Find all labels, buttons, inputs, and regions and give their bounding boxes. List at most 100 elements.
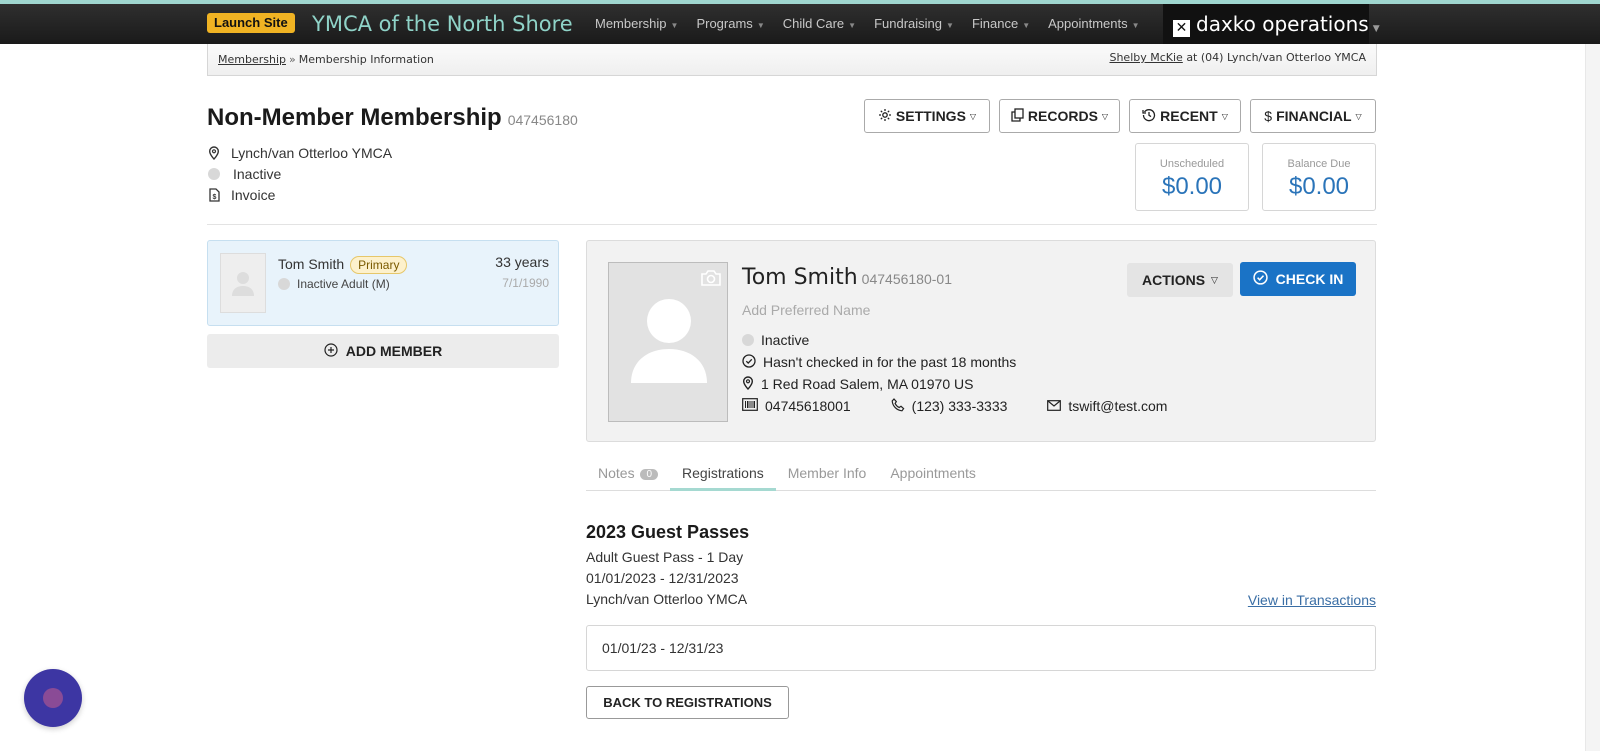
profile-member-number: 047456180-01 [861,271,952,287]
add-member-label: ADD MEMBER [345,343,443,359]
phone-icon [891,397,905,415]
user-location: at (04) Lynch/van Otterloo YMCA [1186,51,1366,64]
add-member-button[interactable]: ADD MEMBER [207,334,559,368]
user-name-link[interactable]: Shelby McKie [1109,51,1182,64]
view-in-transactions-link[interactable]: View in Transactions [1248,592,1376,608]
financial-label: FINANCIAL [1276,108,1352,124]
records-button[interactable]: RECORDS ▽ [999,99,1120,133]
nav-membership[interactable]: Membership ▼ [586,4,687,44]
chat-icon [43,688,63,708]
financial-button[interactable]: $ FINANCIAL ▽ [1250,99,1376,133]
registration-date-range: 01/01/23 - 12/31/23 [602,640,724,656]
add-preferred-name-link[interactable]: Add Preferred Name [742,302,870,318]
camera-icon[interactable] [700,269,722,292]
chevron-down-icon: ▽ [969,111,977,121]
nav-label: Finance [971,16,1019,31]
chevron-down-icon: ▼ [848,21,857,30]
history-icon [1142,108,1156,125]
unscheduled-balance-box: Unscheduled $0.00 [1135,143,1249,211]
primary-badge: Primary [350,256,408,274]
actions-label: ACTIONS [1142,272,1206,288]
launch-site-button[interactable]: Launch Site [207,13,295,33]
tab-notes[interactable]: Notes 0 [586,459,670,491]
chevron-down-icon: ▽ [1101,111,1109,121]
unscheduled-label: Unscheduled [1159,158,1225,170]
registration-dates: 01/01/2023 - 12/31/2023 [586,570,739,586]
nav-appointments[interactable]: Appointments ▼ [1039,4,1148,44]
svg-text:$: $ [212,194,216,201]
tab-appointments[interactable]: Appointments [878,459,988,491]
profile-barcode: 04745618001 [765,398,851,414]
member-tabs: Notes 0 Registrations Member Info Appoin… [586,459,1376,491]
profile-name: Tom Smith [742,265,858,290]
member-list-item[interactable]: Tom Smith Primary Inactive Adult (M) 33 y… [207,240,559,326]
map-pin-icon [742,375,754,393]
tab-registrations-label: Registrations [682,465,764,481]
profile-phone[interactable]: (123) 333-3333 [912,398,1008,414]
chevron-down-icon: ▽ [1221,111,1228,121]
chat-widget-button[interactable] [24,669,82,727]
profile-checkin-row: Hasn't checked in for the past 18 months [742,351,1167,373]
gear-icon [878,108,892,125]
map-pin-icon [207,145,221,160]
breadcrumb-current: Membership Information [298,53,434,66]
registration-title: 2023 Guest Passes [586,522,750,542]
page-scrollbar[interactable] [1585,44,1600,751]
member-photo[interactable] [608,262,728,422]
balance-due-box: Balance Due $0.00 [1262,143,1376,211]
member-name-row: Tom Smith Primary [278,256,408,274]
registration-date-range-row[interactable]: 01/01/23 - 12/31/23 [586,625,1376,671]
tab-registrations[interactable]: Registrations [670,459,776,491]
breadcrumb-membership-link[interactable]: Membership [218,53,286,66]
chevron-down-icon: ▼ [1022,21,1031,30]
profile-checkin-note: Hasn't checked in for the past 18 months [763,354,1017,370]
nav-finance[interactable]: Finance ▼ [963,4,1039,44]
actions-button[interactable]: ACTIONS ▽ [1127,263,1233,297]
nav-fundraising[interactable]: Fundraising ▼ [865,4,963,44]
chevron-down-icon: ▼ [1131,21,1140,30]
check-in-button[interactable]: CHECK IN [1240,262,1356,296]
check-circle-icon [1252,270,1268,288]
profile-name-row: Tom Smith 047456180-01 [742,265,952,290]
nav-label: Membership [595,16,667,31]
member-age: 33 years [495,254,549,270]
daxko-product-switcher[interactable]: ✕ daxko operations ▼ [1163,4,1380,44]
member-profile-card: Tom Smith 047456180-01 Add Preferred Name… [586,240,1376,442]
membership-title: Non-Member Membership [207,104,502,131]
person-icon [232,272,254,296]
member-dob: 7/1/1990 [502,276,549,290]
membership-billing: Invoice [231,186,276,203]
chevron-down-icon: ▼ [946,21,954,30]
unscheduled-value: $0.00 [1161,173,1223,200]
membership-billing-row: $ Invoice [207,184,392,205]
recent-button[interactable]: RECENT ▽ [1129,99,1241,133]
plus-circle-icon [324,342,338,360]
current-user-info: Shelby McKie at (04) Lynch/van Otterloo … [1109,51,1366,64]
breadcrumb: Membership» Membership Information [218,53,434,66]
balance-due-label: Balance Due [1287,158,1351,170]
member-status: Inactive Adult (M) [297,277,390,291]
main-nav: Membership ▼ Programs ▼ Child Care ▼ Fundra… [586,4,1149,44]
chevron-down-icon: ▼ [670,21,679,30]
nav-child-care[interactable]: Child Care ▼ [774,4,865,44]
registration-details: Adult Guest Pass - 1 Day 01/01/2023 - 12… [586,547,747,610]
copy-icon [1011,107,1024,125]
nav-programs[interactable]: Programs ▼ [687,4,773,44]
profile-email[interactable]: tswift@test.com [1068,398,1167,414]
membership-location: Lynch/van Otterloo YMCA [231,144,393,161]
membership-location-row: Lynch/van Otterloo YMCA [207,142,392,163]
profile-status-row: Inactive [742,329,1167,351]
profile-status: Inactive [761,332,810,348]
recent-label: RECENT [1160,108,1218,124]
tab-member-info[interactable]: Member Info [776,459,879,491]
back-to-registrations-button[interactable]: BACK TO REGISTRATIONS [586,686,789,719]
daxko-brand-label: daxko operations [1196,12,1369,36]
membership-meta: Lynch/van Otterloo YMCA Inactive $ Invoi… [207,142,392,205]
envelope-icon [1047,398,1062,414]
organization-name[interactable]: YMCA of the North Shore [312,11,573,37]
barcode-icon [742,398,758,414]
nav-label: Fundraising [874,16,943,31]
check-circle-icon [742,353,756,371]
nav-label: Programs [696,16,753,31]
settings-button[interactable]: SETTINGS ▽ [864,99,990,133]
